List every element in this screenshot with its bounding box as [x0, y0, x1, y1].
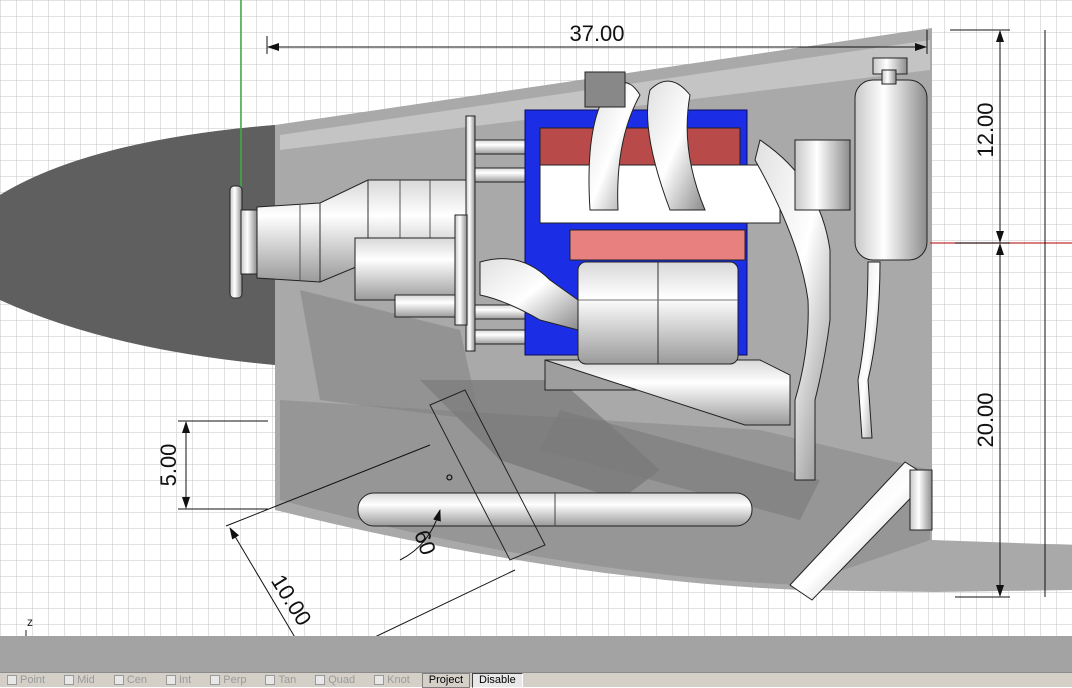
- perspective-viewport[interactable]: 37.00 12.00 20.00 5.00 10.00 60 ° z y: [0, 0, 1072, 686]
- checkbox-icon: [265, 675, 276, 685]
- osnap-label: Tan: [278, 674, 297, 686]
- dimension-right-upper: 12.00: [973, 102, 998, 157]
- checkbox-icon: [113, 675, 124, 685]
- checkbox-icon: [315, 675, 326, 685]
- osnap-perp[interactable]: Perp: [210, 674, 246, 686]
- viewport-bottom-band: [0, 636, 1072, 672]
- radiator-tube: [357, 492, 753, 527]
- viewport-canvas: 37.00 12.00 20.00 5.00 10.00 60 °: [0, 0, 1072, 686]
- osnap-label: Mid: [77, 674, 95, 686]
- checkbox-icon: [64, 675, 75, 685]
- osnap-status-bar: Point Mid Cen Int Perp Tan Quad Knot Pro…: [0, 672, 1072, 688]
- osnap-label: Cen: [126, 674, 147, 686]
- dimension-left-small: 5.00: [156, 444, 181, 487]
- axis-label-z: z: [27, 615, 33, 629]
- osnap-label: Knot: [387, 674, 410, 686]
- checkbox-icon: [374, 675, 385, 685]
- project-button[interactable]: Project: [421, 672, 471, 688]
- osnap-label: Point: [20, 674, 46, 686]
- dimension-top-length: 37.00: [569, 21, 624, 46]
- osnap-int[interactable]: Int: [166, 674, 191, 686]
- disable-button[interactable]: Disable: [472, 672, 523, 688]
- osnap-label: Int: [179, 674, 192, 686]
- osnap-knot[interactable]: Knot: [374, 674, 410, 686]
- checkbox-icon: [166, 675, 176, 685]
- dimension-right-lower: 20.00: [973, 392, 998, 447]
- dimension-angle-degree: °: [445, 470, 454, 495]
- osnap-cen[interactable]: Cen: [113, 674, 147, 686]
- osnap-quad[interactable]: Quad: [315, 674, 355, 686]
- checkbox-icon: [7, 675, 17, 685]
- checkbox-icon: [210, 675, 221, 685]
- osnap-tan[interactable]: Tan: [265, 674, 296, 686]
- osnap-mid[interactable]: Mid: [64, 674, 95, 686]
- osnap-label: Perp: [223, 674, 247, 686]
- osnap-label: Quad: [328, 674, 356, 686]
- osnap-point[interactable]: Point: [7, 674, 45, 686]
